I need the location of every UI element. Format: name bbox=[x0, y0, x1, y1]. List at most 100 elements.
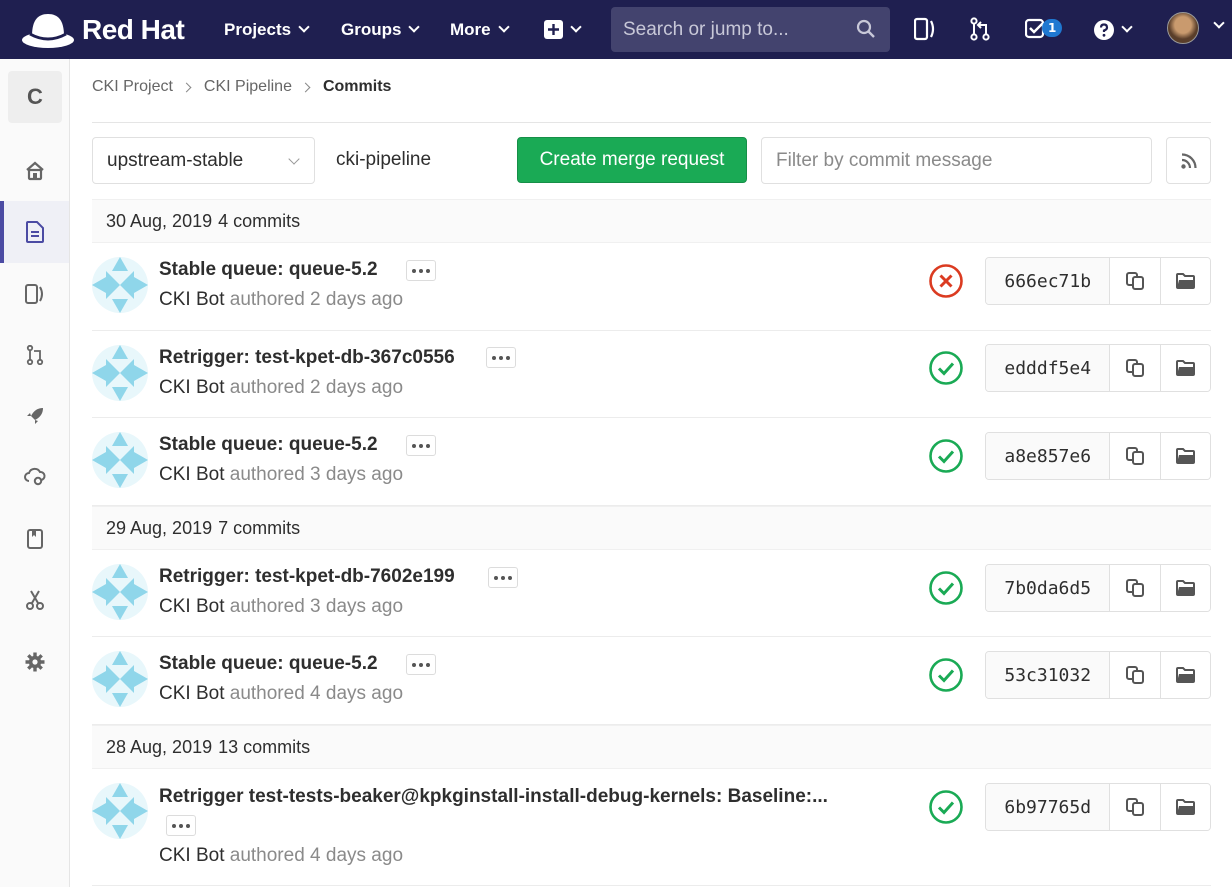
toggle-description-button[interactable] bbox=[166, 815, 196, 836]
day-commit-count: 4 commits bbox=[218, 210, 301, 231]
pipeline-passed-icon[interactable] bbox=[928, 789, 964, 825]
pipeline-passed-icon[interactable] bbox=[928, 570, 964, 606]
commit-author-avatar[interactable] bbox=[92, 564, 148, 620]
commit-author-avatar[interactable] bbox=[92, 432, 148, 488]
sidebar-item-snippets[interactable] bbox=[0, 569, 69, 631]
cloud-gear-icon bbox=[23, 467, 45, 486]
sidebar-item-operations[interactable] bbox=[0, 446, 69, 508]
commit-author[interactable]: CKI Bot bbox=[159, 464, 224, 485]
browse-files-button[interactable] bbox=[1160, 345, 1210, 391]
commit-time: authored 2 days ago bbox=[229, 289, 404, 310]
project-avatar[interactable]: C bbox=[8, 71, 62, 123]
commit-sha[interactable]: 53c31032 bbox=[986, 652, 1111, 698]
commit-row: Retrigger: test-kpet-db-367c0556 CKI Bot… bbox=[92, 331, 1211, 418]
commit-author-avatar[interactable] bbox=[92, 783, 148, 839]
gear-icon bbox=[25, 652, 44, 672]
copy-icon bbox=[1126, 579, 1145, 597]
commit-title[interactable]: Retrigger: test-kpet-db-7602e199 bbox=[159, 566, 455, 588]
brand-logo[interactable]: Red Hat bbox=[20, 10, 185, 50]
copy-sha-button[interactable] bbox=[1110, 258, 1161, 304]
pipeline-failed-icon[interactable] bbox=[928, 263, 964, 299]
create-merge-request-button[interactable]: Create merge request bbox=[517, 137, 747, 183]
commit-sha[interactable]: 7b0da6d5 bbox=[986, 565, 1111, 611]
breadcrumb-item[interactable]: CKI Project bbox=[92, 78, 173, 96]
help-dropdown[interactable] bbox=[1094, 0, 1133, 59]
commit-sha[interactable]: 6b97765d bbox=[986, 784, 1111, 830]
plus-square-icon bbox=[544, 20, 563, 39]
commit-author[interactable]: CKI Bot bbox=[159, 683, 224, 704]
scissors-icon bbox=[25, 590, 44, 610]
toggle-description-button[interactable] bbox=[488, 567, 518, 588]
copy-sha-button[interactable] bbox=[1110, 652, 1161, 698]
commit-author[interactable]: CKI Bot bbox=[159, 845, 224, 866]
copy-sha-button[interactable] bbox=[1110, 784, 1161, 830]
sidebar-item-merge-requests[interactable] bbox=[0, 324, 69, 386]
breadcrumb-item[interactable]: CKI Pipeline bbox=[204, 78, 292, 96]
sidebar-item-repository[interactable] bbox=[0, 201, 69, 263]
nav-projects[interactable]: Projects bbox=[224, 0, 310, 59]
commit-author[interactable]: CKI Bot bbox=[159, 289, 224, 310]
browse-files-button[interactable] bbox=[1160, 652, 1210, 698]
commit-sha[interactable]: edddf5e4 bbox=[986, 345, 1111, 391]
toggle-description-button[interactable] bbox=[406, 654, 436, 675]
issues-icon[interactable] bbox=[914, 17, 936, 41]
sidebar-item-ci-cd[interactable] bbox=[0, 385, 69, 447]
copy-sha-button[interactable] bbox=[1110, 345, 1161, 391]
user-avatar[interactable] bbox=[1167, 12, 1199, 44]
day-date: 29 Aug, 2019 bbox=[106, 517, 213, 538]
commit-title[interactable]: Retrigger test-tests-beaker@kpkginstall-… bbox=[159, 786, 828, 808]
browse-files-button[interactable] bbox=[1160, 784, 1210, 830]
nav-more[interactable]: More bbox=[450, 0, 510, 59]
branch-select[interactable]: upstream-stable bbox=[92, 137, 315, 184]
browse-files-button[interactable] bbox=[1160, 433, 1210, 479]
new-dropdown[interactable] bbox=[544, 0, 582, 59]
commit-author[interactable]: CKI Bot bbox=[159, 377, 224, 398]
pipeline-passed-icon[interactable] bbox=[928, 438, 964, 474]
commit-author-avatar[interactable] bbox=[92, 651, 148, 707]
commit-title[interactable]: Retrigger: test-kpet-db-367c0556 bbox=[159, 347, 455, 369]
toggle-description-button[interactable] bbox=[486, 347, 516, 368]
chevron-down-icon bbox=[1121, 21, 1133, 33]
sidebar-item-issues[interactable] bbox=[0, 263, 69, 325]
commit-title[interactable]: Stable queue: queue-5.2 bbox=[159, 434, 378, 456]
rocket-icon bbox=[26, 408, 43, 424]
global-search[interactable]: Search or jump to... bbox=[611, 7, 890, 52]
rss-icon bbox=[1180, 152, 1197, 169]
pipeline-passed-icon[interactable] bbox=[928, 350, 964, 386]
toggle-description-button[interactable] bbox=[406, 435, 436, 456]
sidebar-item-wiki[interactable] bbox=[0, 508, 69, 570]
commit-title[interactable]: Stable queue: queue-5.2 bbox=[159, 653, 378, 675]
commit-sha[interactable]: a8e857e6 bbox=[986, 433, 1111, 479]
toggle-description-button[interactable] bbox=[406, 260, 436, 281]
chevron-down-icon[interactable] bbox=[1213, 17, 1225, 29]
commit-time: authored 2 days ago bbox=[229, 377, 404, 398]
commit-title[interactable]: Stable queue: queue-5.2 bbox=[159, 259, 378, 281]
rss-feed-button[interactable] bbox=[1166, 137, 1211, 184]
pipeline-passed-icon[interactable] bbox=[928, 657, 964, 693]
folder-open-icon bbox=[1175, 667, 1195, 683]
commit-author-avatar[interactable] bbox=[92, 257, 148, 313]
commit-sha-group: edddf5e4 bbox=[985, 344, 1211, 392]
chevron-right-icon bbox=[181, 82, 192, 92]
commit-meta: CKI Bot authored 2 days ago bbox=[159, 377, 403, 399]
copy-sha-button[interactable] bbox=[1110, 433, 1161, 479]
commit-row: Stable queue: queue-5.2 CKI Bot authored… bbox=[92, 418, 1211, 506]
commit-meta: CKI Bot authored 4 days ago bbox=[159, 845, 403, 867]
commit-filter-input[interactable] bbox=[761, 137, 1152, 184]
copy-sha-button[interactable] bbox=[1110, 565, 1161, 611]
sidebar-item-settings[interactable] bbox=[0, 631, 69, 693]
breadcrumb-current[interactable]: Commits bbox=[323, 78, 391, 96]
commit-sha[interactable]: 666ec71b bbox=[986, 258, 1111, 304]
commit-meta: CKI Bot authored 3 days ago bbox=[159, 464, 403, 486]
browse-files-button[interactable] bbox=[1160, 565, 1210, 611]
commit-author-avatar[interactable] bbox=[92, 345, 148, 401]
copy-icon bbox=[1126, 359, 1145, 377]
chevron-down-icon bbox=[298, 21, 310, 33]
issues-icon bbox=[24, 284, 43, 304]
commit-author[interactable]: CKI Bot bbox=[159, 596, 224, 617]
browse-files-button[interactable] bbox=[1160, 258, 1210, 304]
merge-request-icon[interactable] bbox=[969, 17, 991, 41]
nav-groups[interactable]: Groups bbox=[341, 0, 421, 59]
commit-sha-group: 53c31032 bbox=[985, 651, 1211, 699]
sidebar-item-project[interactable] bbox=[0, 140, 69, 202]
